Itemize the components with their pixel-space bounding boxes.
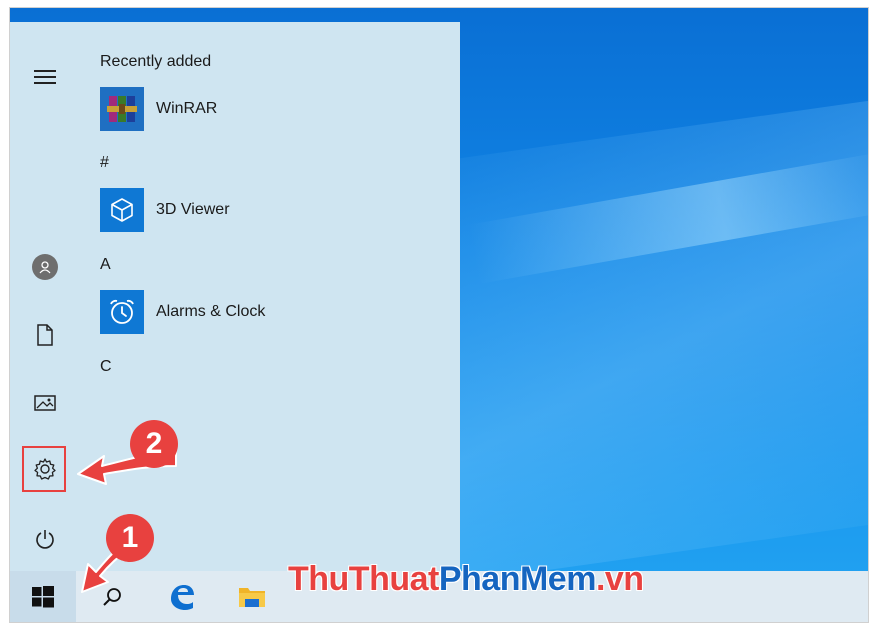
document-icon[interactable]: [30, 320, 60, 350]
watermark-part-3: .vn: [595, 560, 644, 598]
app-item-3d-viewer[interactable]: 3D Viewer: [100, 188, 230, 232]
windows-start-icon[interactable]: [10, 571, 76, 622]
settings-highlight-box: [22, 446, 66, 492]
power-icon[interactable]: [30, 524, 60, 554]
cube-icon: [100, 188, 144, 232]
winrar-icon: [100, 87, 144, 131]
app-item-alarms-clock[interactable]: Alarms & Clock: [100, 290, 265, 334]
hamburger-icon[interactable]: [34, 70, 56, 84]
app-label: 3D Viewer: [156, 201, 230, 218]
app-label: Alarms & Clock: [156, 303, 266, 320]
section-header-hash: #: [100, 154, 109, 171]
user-avatar-icon[interactable]: [30, 252, 60, 282]
avatar: [32, 254, 58, 280]
step-badge-2: 2: [130, 420, 178, 468]
file-explorer-icon[interactable]: [222, 571, 282, 622]
watermark-part-1: ThuThuat: [288, 560, 439, 598]
watermark-part-2: PhanMem: [438, 560, 597, 598]
section-header-a: A: [100, 256, 111, 273]
app-label: WinRAR: [156, 100, 218, 117]
app-item-winrar[interactable]: WinRAR: [100, 87, 217, 131]
section-header-c: C: [100, 358, 112, 375]
alarm-clock-icon: [100, 290, 144, 334]
section-header-recently-added: Recently added: [100, 53, 212, 70]
pictures-icon[interactable]: [30, 388, 60, 418]
step-badge-1: 1: [106, 514, 154, 562]
watermark: ThuThuatPhanMem.vn: [288, 560, 644, 599]
edge-icon[interactable]: [152, 571, 212, 622]
desktop-screenshot: Recently added WinRAR # 3D Viewer A Alar…: [10, 8, 868, 622]
